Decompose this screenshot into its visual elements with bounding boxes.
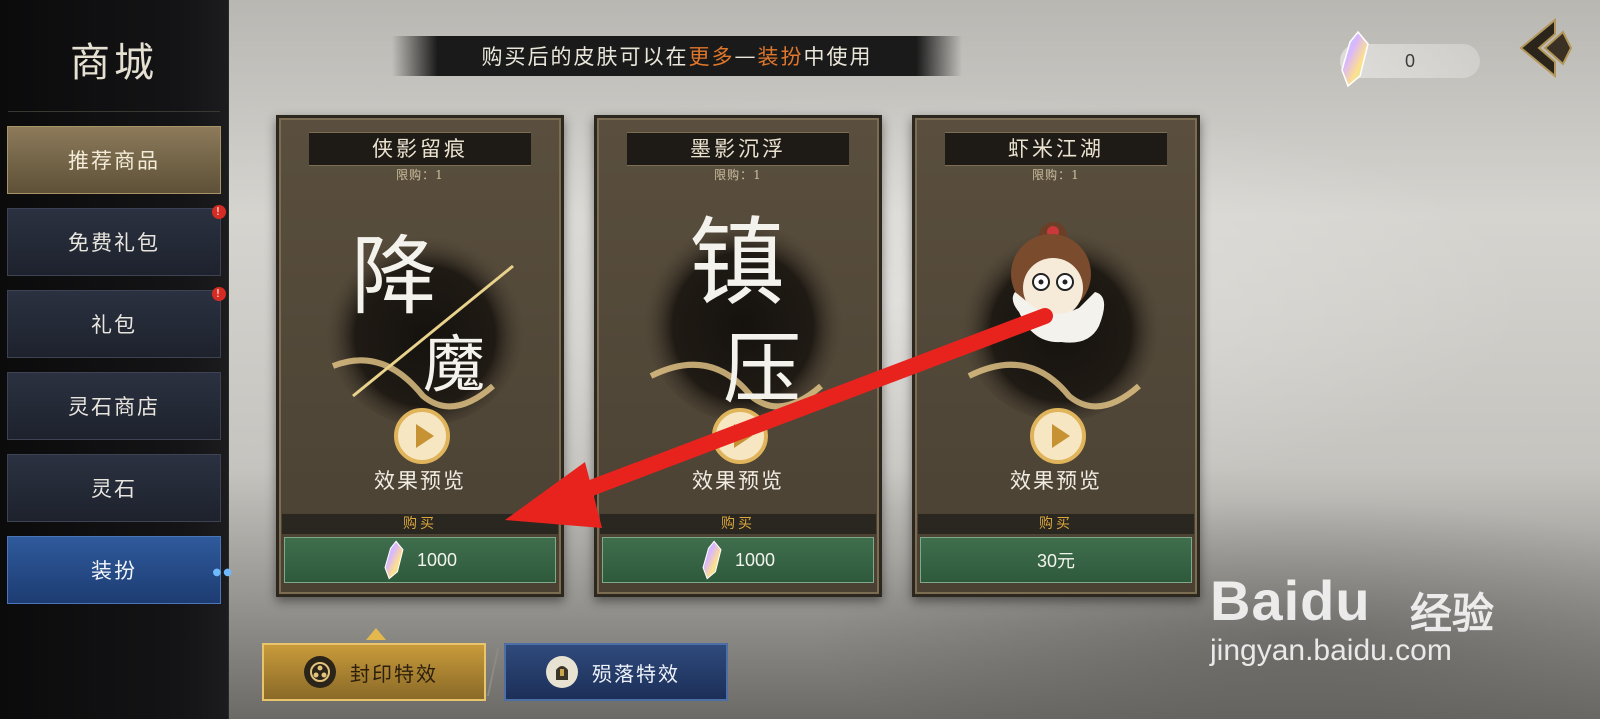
- art-char: 降: [351, 227, 437, 327]
- buy-label: 购买: [918, 514, 1194, 534]
- notification-badge: !: [212, 287, 226, 301]
- card-title: 虾米江湖: [945, 132, 1167, 166]
- sidebar-item-crystal[interactable]: 灵石: [7, 454, 221, 522]
- sidebar-item-free-gift[interactable]: 免费礼包 !: [7, 205, 226, 276]
- skin-card[interactable]: 虾米江湖 限购：1 效果预览 购买 30元: [912, 115, 1200, 597]
- notification-badge: !: [212, 205, 226, 219]
- card-title: 墨影沉浮: [627, 132, 849, 166]
- sidebar-item-outfit[interactable]: 装扮 ●●: [7, 536, 232, 604]
- price-value: 30元: [1036, 551, 1076, 571]
- skin-art-zhenya: 镇 压: [643, 207, 843, 422]
- sidebar-item-recommended[interactable]: 推荐商品: [7, 126, 221, 194]
- sidebar-item-label: 推荐商品: [68, 149, 160, 173]
- skin-card[interactable]: 侠影留痕 限购：1 降 魔 效果预览 购买 1000: [276, 115, 564, 597]
- selected-indicator: ●●: [212, 567, 234, 578]
- purchase-limit: 限购：1: [1032, 168, 1080, 182]
- skin-card[interactable]: 墨影沉浮 限购：1 镇 压 效果预览 购买 1000: [594, 115, 882, 597]
- art-char: 镇: [689, 207, 785, 319]
- spirit-crystal-icon: [702, 540, 722, 580]
- info-banner: 购买后的皮肤可以在 更多 — 装扮 中使用: [392, 36, 962, 76]
- skin-art-character: [961, 221, 1161, 421]
- sidebar-item-label: 灵石商店: [68, 395, 160, 419]
- effect-preview-label[interactable]: 效果预览: [279, 465, 561, 495]
- game-screen: 商城 推荐商品 免费礼包 ! 礼包 ! 灵石商店 灵石 装扮 ●● 购买后的皮肤…: [0, 0, 1600, 719]
- seal-icon: [304, 656, 336, 688]
- sidebar-item-label: 灵石: [91, 477, 137, 501]
- price-value: 1000: [416, 549, 458, 570]
- sidebar: 商城 推荐商品 免费礼包 ! 礼包 ! 灵石商店 灵石 装扮 ●●: [0, 0, 232, 719]
- card-title: 侠影留痕: [309, 132, 531, 166]
- sidebar-item-crystal-shop[interactable]: 灵石商店: [7, 372, 221, 440]
- purchase-limit: 限购：1: [396, 168, 444, 182]
- sidebar-divider: [8, 111, 220, 112]
- spirit-crystal-icon: [384, 540, 404, 580]
- sidebar-item-label: 免费礼包: [68, 231, 160, 255]
- tab-label: 殒落特效: [592, 661, 680, 686]
- active-tab-indicator: [366, 628, 386, 640]
- buy-label: 购买: [600, 514, 876, 534]
- tab-fall-effect[interactable]: 殒落特效: [504, 643, 728, 701]
- buy-button[interactable]: 30元: [920, 537, 1192, 583]
- shop-title: 商城: [70, 40, 158, 86]
- spirit-crystal-icon: [1341, 30, 1369, 88]
- banner-dash: —: [734, 44, 758, 68]
- watermark-brand-cn: 经验: [1410, 590, 1495, 637]
- banner-highlight-outfit: 装扮: [757, 45, 804, 69]
- tombstone-icon: [546, 656, 578, 688]
- art-char: 魔: [423, 328, 485, 401]
- sidebar-item-gift[interactable]: 礼包 !: [7, 287, 226, 358]
- effect-preview-label[interactable]: 效果预览: [915, 465, 1197, 495]
- watermark-url: jingyan.baidu.com: [1210, 634, 1452, 667]
- buy-button[interactable]: 1000: [284, 537, 556, 583]
- banner-text: 购买后的皮肤可以在: [481, 45, 689, 69]
- art-char: 压: [723, 325, 801, 415]
- price-value: 1000: [734, 549, 776, 570]
- baidu-watermark: Baidu 经验 jingyan.baidu.com: [1210, 540, 1570, 680]
- sidebar-item-label: 礼包: [91, 313, 137, 337]
- banner-highlight-more: 更多: [688, 45, 735, 69]
- tab-separator: [486, 648, 500, 696]
- buy-label: 购买: [282, 514, 558, 534]
- watermark-brand: Baidu: [1210, 569, 1371, 632]
- buy-button[interactable]: 1000: [602, 537, 874, 583]
- purchase-limit: 限购：1: [714, 168, 762, 182]
- banner-text-end: 中使用: [803, 45, 873, 69]
- play-preview-icon[interactable]: [712, 408, 768, 464]
- back-arrow-icon[interactable]: [1515, 18, 1575, 78]
- sidebar-item-label: 装扮: [91, 559, 137, 583]
- tab-label: 封印特效: [350, 661, 438, 686]
- effect-preview-label[interactable]: 效果预览: [597, 465, 879, 495]
- play-preview-icon[interactable]: [1030, 408, 1086, 464]
- skin-art-xiangmo: 降 魔: [325, 226, 525, 426]
- play-preview-icon[interactable]: [394, 408, 450, 464]
- tab-seal-effect[interactable]: 封印特效: [262, 643, 486, 701]
